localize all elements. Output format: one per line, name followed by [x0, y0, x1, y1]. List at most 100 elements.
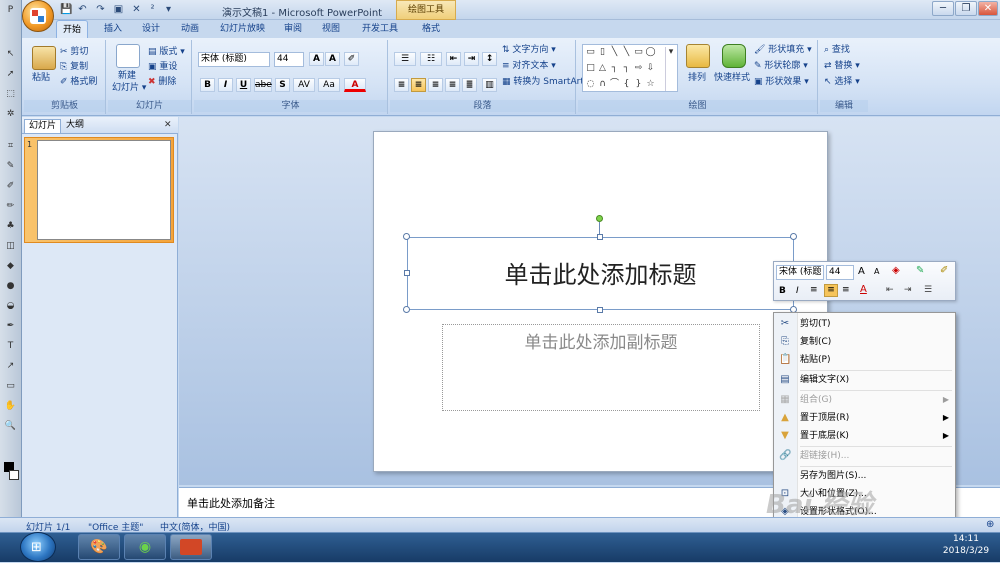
- oval-shape-icon[interactable]: ◯: [645, 47, 656, 57]
- font-size-combo[interactable]: 44: [274, 52, 304, 67]
- paste-button[interactable]: 粘贴: [32, 72, 50, 84]
- copy-button[interactable]: ⎘ 复制: [60, 61, 88, 73]
- redo-icon[interactable]: ↷: [94, 3, 107, 16]
- stamp-tool-icon[interactable]: ♣: [3, 220, 18, 233]
- arrow-down-shape-icon[interactable]: ⇩: [645, 63, 656, 73]
- resize-handle-t[interactable]: [597, 234, 603, 240]
- eraser-tool-icon[interactable]: ◫: [3, 240, 18, 253]
- mini-outline-icon[interactable]: ✎: [916, 265, 924, 276]
- curve-shape-icon[interactable]: ∩: [597, 79, 608, 89]
- line2-shape-icon[interactable]: ╲: [621, 47, 632, 57]
- mini-bullets-icon[interactable]: ☰: [924, 285, 932, 295]
- mini-fill-icon[interactable]: ◈: [892, 265, 900, 276]
- new-slide-dropdown[interactable]: 幻灯片 ▾: [112, 82, 146, 94]
- tab-insert[interactable]: 插入: [98, 20, 128, 38]
- numbering-button[interactable]: ☷: [420, 52, 442, 66]
- mini-decrease-indent-icon[interactable]: ⇤: [886, 285, 894, 295]
- tab-developer[interactable]: 开发工具: [356, 20, 404, 38]
- brace-left-shape-icon[interactable]: {: [621, 79, 632, 89]
- resize-handle-b[interactable]: [597, 307, 603, 313]
- shrink-font-button[interactable]: A: [325, 52, 340, 66]
- path-tool-icon[interactable]: ↗: [3, 360, 18, 373]
- menu-item-group[interactable]: ▦ 组合(G) ▶: [774, 391, 955, 409]
- tab-animation[interactable]: 动画: [175, 20, 205, 38]
- minimize-button[interactable]: ─: [932, 1, 954, 16]
- zoom-in-icon[interactable]: ⊕: [986, 519, 994, 530]
- mini-bold-button[interactable]: B: [779, 286, 786, 296]
- menu-item-cut[interactable]: ✂ 剪切(T): [774, 315, 955, 333]
- text-tool-icon[interactable]: T: [3, 340, 18, 353]
- pointer-tool-icon[interactable]: ➚: [3, 68, 18, 81]
- text-direction-button[interactable]: ⇅ 文字方向 ▾: [502, 44, 556, 56]
- vtextbox-shape-icon[interactable]: ▯: [597, 47, 608, 57]
- taskbar-powerpoint-icon[interactable]: [170, 534, 212, 560]
- background-color-swatch[interactable]: [9, 470, 19, 480]
- arrange-button[interactable]: 排列: [688, 72, 706, 84]
- quick-styles-icon[interactable]: [722, 44, 746, 68]
- align-text-button[interactable]: ≡ 对齐文本 ▾: [502, 60, 556, 72]
- strikethrough-button[interactable]: abe: [254, 78, 272, 92]
- customize-qat-icon[interactable]: ▾: [162, 3, 175, 16]
- elbow2-shape-icon[interactable]: ┐: [621, 63, 632, 73]
- print-preview-icon[interactable]: ▣: [112, 3, 125, 16]
- taskbar-paint-icon[interactable]: 🎨: [78, 534, 120, 560]
- layout-button[interactable]: ▤ 版式 ▾: [148, 46, 185, 58]
- menu-item-save-picture[interactable]: 另存为图片(S)...: [774, 467, 955, 485]
- dodge-tool-icon[interactable]: ◒: [3, 300, 18, 313]
- taskbar-clock[interactable]: 14:11 2018/3/29: [936, 533, 996, 557]
- menu-item-send-back[interactable]: ▼ 置于底层(K) ▶: [774, 427, 955, 445]
- shape-tool-icon[interactable]: ▭: [3, 380, 18, 393]
- shape-effects-button[interactable]: ▣ 形状效果 ▾: [754, 76, 809, 88]
- decrease-indent-button[interactable]: ⇤: [446, 52, 461, 66]
- crop-tool-icon[interactable]: ⌗: [3, 140, 18, 153]
- new-slide-icon[interactable]: [116, 44, 140, 68]
- office-button[interactable]: [22, 0, 54, 32]
- grow-font-button[interactable]: A: [309, 52, 324, 66]
- line-spacing-button[interactable]: ↕: [482, 52, 497, 66]
- font-name-combo[interactable]: 宋体 (标题): [198, 52, 270, 67]
- rotation-handle[interactable]: [596, 215, 603, 222]
- quick-styles-button[interactable]: 快速样式: [714, 72, 750, 84]
- arrange-icon[interactable]: [686, 44, 710, 68]
- clear-format-button[interactable]: ✐: [344, 52, 359, 66]
- paste-icon[interactable]: [32, 46, 56, 70]
- mini-format-painter-icon[interactable]: ✐: [940, 265, 948, 276]
- rect-shape-icon[interactable]: ▭: [633, 47, 644, 57]
- slide-thumbnail[interactable]: [37, 140, 171, 240]
- reset-button[interactable]: ▣ 重设: [148, 61, 177, 73]
- hand-tool-icon[interactable]: ✋: [3, 400, 18, 413]
- mini-align-right-icon[interactable]: ≡: [842, 285, 850, 295]
- lasso-tool-icon[interactable]: ⬚: [3, 88, 18, 101]
- italic-button[interactable]: I: [218, 78, 233, 92]
- wand-tool-icon[interactable]: ✲: [3, 108, 18, 121]
- bucket-tool-icon[interactable]: ◆: [3, 260, 18, 273]
- notes-placeholder[interactable]: 单击此处添加备注: [187, 495, 275, 511]
- mini-align-left-icon[interactable]: ≡: [810, 285, 818, 295]
- superscript-icon[interactable]: ²: [146, 3, 159, 16]
- align-center-button[interactable]: ≡: [411, 78, 426, 92]
- shadow-button[interactable]: S: [275, 78, 290, 92]
- gallery-more-icon[interactable]: ▾: [665, 47, 676, 91]
- menu-item-paste[interactable]: 📋 粘贴(P): [774, 351, 955, 369]
- font-color-button[interactable]: A: [344, 78, 366, 92]
- menu-item-edit-text[interactable]: ▤ 编辑文字(X): [774, 371, 955, 389]
- mini-size-combo[interactable]: 44: [826, 265, 854, 280]
- increase-indent-button[interactable]: ⇥: [464, 52, 479, 66]
- taskbar-browser-icon[interactable]: ◉: [124, 534, 166, 560]
- restore-button[interactable]: ❐: [955, 1, 977, 16]
- char-spacing-button[interactable]: AV: [293, 78, 315, 92]
- tab-outline[interactable]: 大纲: [62, 119, 88, 133]
- select-button[interactable]: ↖ 选择 ▾: [824, 76, 860, 88]
- blur-tool-icon[interactable]: ●: [3, 280, 18, 293]
- delete-slide-button[interactable]: ✖ 删除: [148, 76, 176, 88]
- tab-slideshow[interactable]: 幻灯片放映: [214, 20, 271, 38]
- zoom-tool-icon[interactable]: 🔍: [3, 420, 18, 433]
- align-right-button[interactable]: ≡: [428, 78, 443, 92]
- mini-align-center-icon[interactable]: ≡: [824, 284, 838, 297]
- triangle-shape-icon[interactable]: △: [597, 63, 608, 73]
- columns-button[interactable]: ▥: [482, 78, 497, 92]
- line-shape-icon[interactable]: ╲: [609, 47, 620, 57]
- bullets-button[interactable]: ☰: [394, 52, 416, 66]
- menu-item-copy[interactable]: ⎘ 复制(C): [774, 333, 955, 351]
- freeform-shape-icon[interactable]: ◌: [585, 79, 596, 89]
